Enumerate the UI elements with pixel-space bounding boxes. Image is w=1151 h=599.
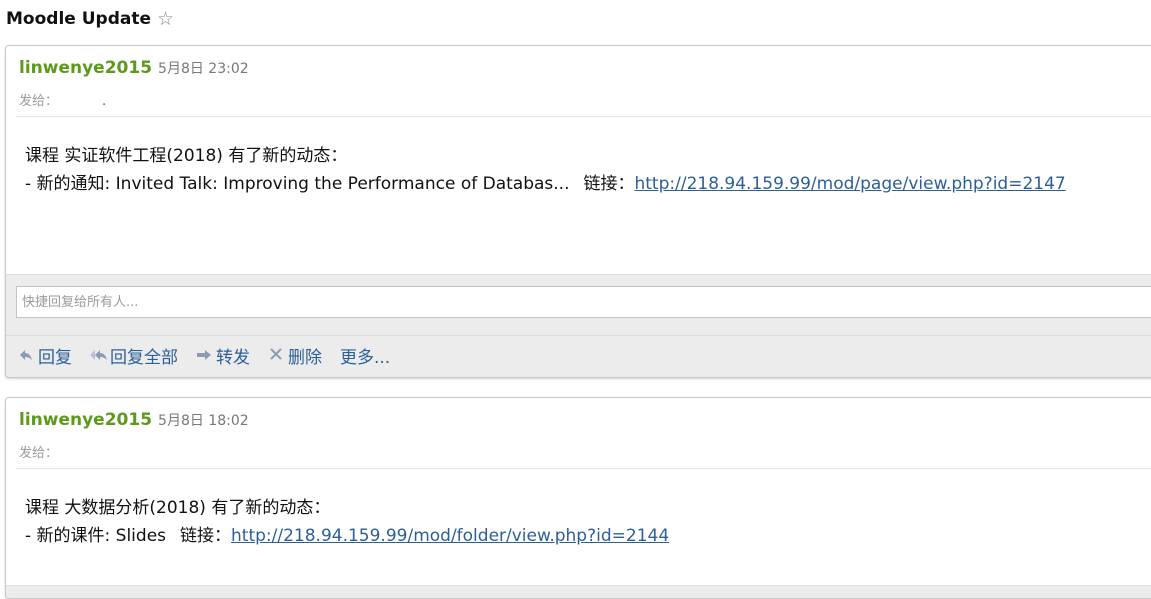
message-date: 5月8日 18:02 [158, 413, 249, 429]
quick-reply-input[interactable] [16, 286, 1151, 318]
recipient-label: 发给： [19, 446, 59, 461]
link-label: 链接： [180, 526, 232, 546]
recipient-line: 发给：. [19, 90, 106, 109]
link-label: 链接： [583, 174, 635, 194]
recipient-value: . [102, 94, 107, 109]
delete-button[interactable]: 删除 [268, 343, 322, 368]
body-line: 课程 大数据分析(2018) 有了新的动态： [25, 498, 331, 518]
message-body: 课程 实证软件工程(2018) 有了新的动态： - 新的通知: Invited … [25, 142, 1066, 198]
message-link[interactable]: http://218.94.159.99/mod/page/view.php?i… [634, 174, 1065, 194]
sender-name[interactable]: linwenye2015 [19, 58, 152, 78]
reply-area [6, 585, 1151, 598]
message-card: linwenye2015 5月8日 23:02 发给：. 课程 实证软件工程(2… [5, 45, 1151, 378]
body-text: - 新的通知: Invited Talk: Improving the Perf… [25, 174, 570, 194]
message-card: linwenye2015 5月8日 18:02 发给： 课程 大数据分析(201… [5, 397, 1151, 599]
message-link[interactable]: http://218.94.159.99/mod/folder/view.php… [231, 526, 669, 546]
star-icon[interactable]: ☆ [157, 9, 174, 29]
body-line: - 新的课件: Slides 链接：http://218.94.159.99/mo… [25, 522, 669, 550]
reply-label: 回复 [38, 348, 72, 368]
thread-title: Moodle Update [6, 9, 151, 29]
delete-label: 删除 [288, 348, 322, 368]
message-date: 5月8日 23:02 [158, 61, 249, 77]
more-label: 更多... [340, 348, 391, 368]
delete-icon [268, 347, 284, 365]
message-header: linwenye2015 5月8日 23:02 [19, 58, 249, 78]
reply-icon [18, 347, 34, 365]
forward-label: 转发 [216, 348, 250, 368]
reply-all-label: 回复全部 [110, 348, 178, 368]
sender-name[interactable]: linwenye2015 [19, 410, 152, 430]
forward-button[interactable]: 转发 [196, 343, 250, 368]
more-button[interactable]: 更多... [340, 343, 390, 368]
header-divider [16, 116, 1151, 117]
action-bar: 回复 回复全部 转发 删除 更多... [18, 343, 390, 368]
reply-button[interactable]: 回复 [18, 343, 72, 368]
recipient-label: 发给： [19, 94, 59, 109]
body-text: - 新的课件: Slides [25, 526, 167, 546]
reply-all-icon [90, 347, 107, 365]
message-header: linwenye2015 5月8日 18:02 [19, 410, 249, 430]
message-body: 课程 大数据分析(2018) 有了新的动态： - 新的课件: Slides 链接：… [25, 494, 669, 550]
thread-header: Moodle Update ☆ [6, 6, 174, 32]
reply-all-button[interactable]: 回复全部 [90, 343, 178, 368]
body-line: - 新的通知: Invited Talk: Improving the Perf… [25, 170, 1066, 198]
header-divider [16, 468, 1151, 469]
body-line: 课程 实证软件工程(2018) 有了新的动态： [25, 146, 348, 166]
forward-icon [196, 347, 212, 365]
actions-divider [6, 335, 1151, 336]
reply-area: 回复 回复全部 转发 删除 更多... [6, 274, 1151, 377]
recipient-line: 发给： [19, 442, 102, 461]
